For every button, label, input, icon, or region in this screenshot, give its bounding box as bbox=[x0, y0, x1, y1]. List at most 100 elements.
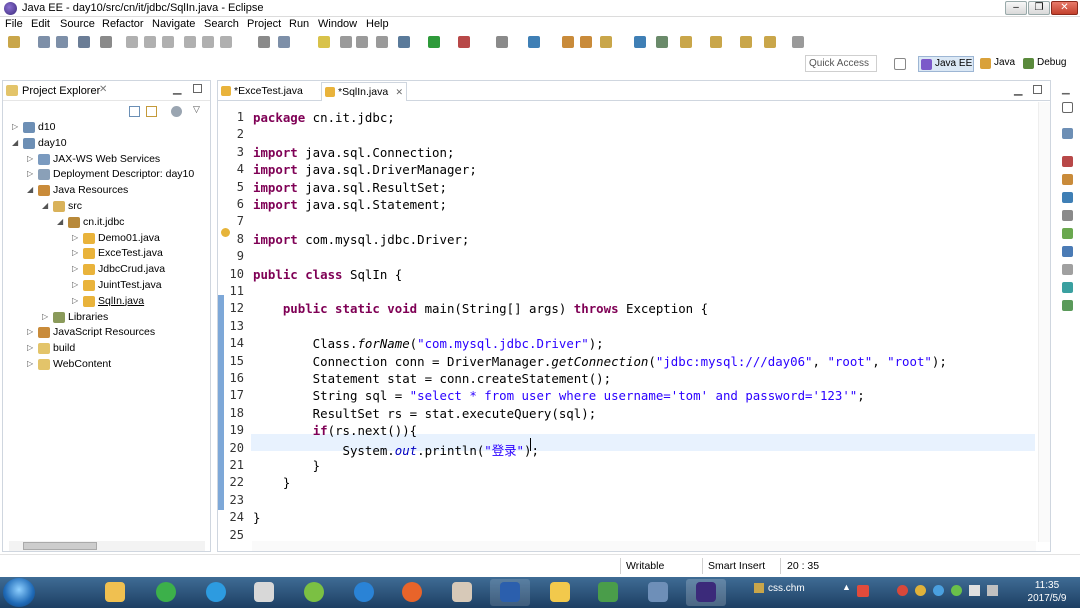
quick-access-field[interactable]: Quick Access bbox=[805, 55, 877, 72]
collapsed-arrow-icon[interactable]: ▷ bbox=[42, 309, 48, 325]
console-icon[interactable] bbox=[1062, 246, 1073, 257]
expanded-arrow-icon[interactable]: ◢ bbox=[27, 182, 33, 198]
code-line[interactable]: Statement stat = conn.createStatement(); bbox=[253, 371, 611, 386]
menu-project[interactable]: Project bbox=[247, 18, 281, 30]
new-server-icon[interactable] bbox=[528, 36, 540, 48]
collapsed-arrow-icon[interactable]: ▷ bbox=[72, 261, 78, 277]
minimize-editor-icon[interactable]: ▁ bbox=[1014, 83, 1022, 96]
perspective-debug[interactable]: Debug bbox=[1021, 56, 1071, 72]
warning-marker-icon[interactable] bbox=[221, 228, 230, 237]
code-line[interactable]: import java.sql.ResultSet; bbox=[253, 180, 447, 195]
clock[interactable]: 11:35 2017/5/9 bbox=[1018, 579, 1076, 605]
collapsed-arrow-icon[interactable]: ▷ bbox=[12, 119, 18, 135]
collapsed-arrow-icon[interactable]: ▷ bbox=[27, 166, 33, 182]
close-button[interactable]: ✕ bbox=[1051, 1, 1078, 15]
data-source-icon[interactable] bbox=[1062, 210, 1073, 221]
save-icon[interactable] bbox=[38, 36, 50, 48]
annotation-icon[interactable] bbox=[680, 36, 692, 48]
tray-file-label[interactable]: css.chm bbox=[768, 583, 805, 594]
code-line[interactable]: public class SqlIn { bbox=[253, 267, 402, 282]
taskbar-explorer[interactable] bbox=[95, 579, 135, 606]
search-icon[interactable] bbox=[600, 36, 612, 48]
tab-excetest[interactable]: *ExceTest.java bbox=[218, 82, 314, 101]
save-all-icon[interactable] bbox=[56, 36, 68, 48]
occurrences-icon[interactable] bbox=[318, 36, 330, 48]
coverage-icon[interactable] bbox=[496, 36, 508, 48]
maximize-trim-icon[interactable] bbox=[1062, 102, 1073, 113]
open-perspective-icon[interactable] bbox=[894, 58, 906, 70]
tray-app-icon[interactable] bbox=[951, 585, 962, 596]
next-annotation-icon[interactable] bbox=[710, 36, 722, 48]
collapsed-arrow-icon[interactable]: ▷ bbox=[27, 151, 33, 167]
show-whitespace-icon[interactable] bbox=[356, 36, 368, 48]
tasks-icon[interactable] bbox=[1062, 282, 1073, 293]
taskbar-eclipse[interactable] bbox=[686, 579, 726, 606]
close-tab-icon[interactable]: ✕ bbox=[395, 83, 403, 101]
menu-navigate[interactable]: Navigate bbox=[152, 18, 195, 30]
taskbar-app-avatar[interactable] bbox=[442, 579, 482, 606]
tray-app-icon[interactable] bbox=[897, 585, 908, 596]
collapsed-arrow-icon[interactable]: ▷ bbox=[72, 293, 78, 309]
collapsed-arrow-icon[interactable]: ▷ bbox=[27, 356, 33, 372]
step-return-icon[interactable] bbox=[220, 36, 232, 48]
perspective-java[interactable]: Java bbox=[978, 56, 1016, 72]
taskbar-app-green[interactable] bbox=[146, 579, 186, 606]
tray-app-icon[interactable] bbox=[933, 585, 944, 596]
collapsed-arrow-icon[interactable]: ▷ bbox=[72, 245, 78, 261]
terminate-icon[interactable] bbox=[162, 36, 174, 48]
taskbar-chart[interactable] bbox=[588, 579, 628, 606]
close-view-icon[interactable]: ✕ bbox=[99, 84, 107, 95]
maximize-button[interactable]: ❐ bbox=[1028, 1, 1050, 15]
code-line[interactable]: } bbox=[253, 475, 290, 490]
collapse-all-icon[interactable] bbox=[129, 106, 140, 117]
tray-expand-icon[interactable]: ▲ bbox=[842, 582, 851, 592]
maximize-view-icon[interactable] bbox=[193, 84, 202, 93]
open-task-icon[interactable] bbox=[580, 36, 592, 48]
expanded-arrow-icon[interactable]: ◢ bbox=[57, 214, 63, 230]
code-line[interactable]: } bbox=[253, 458, 320, 473]
step-over-icon[interactable] bbox=[202, 36, 214, 48]
collapsed-arrow-icon[interactable]: ▷ bbox=[72, 230, 78, 246]
toggle-icon[interactable] bbox=[340, 36, 352, 48]
resume-icon[interactable] bbox=[126, 36, 138, 48]
refresh-icon[interactable] bbox=[656, 36, 668, 48]
tab-sqlin[interactable]: *SqlIn.java ✕ bbox=[321, 82, 407, 101]
network-icon[interactable] bbox=[969, 585, 980, 596]
debug-icon[interactable] bbox=[398, 36, 410, 48]
suspend-icon[interactable] bbox=[144, 36, 156, 48]
external-tools-icon[interactable] bbox=[458, 36, 470, 48]
code-line[interactable]: Connection conn = DriverManager.getConne… bbox=[253, 354, 947, 369]
toggle-mark-icon[interactable] bbox=[258, 36, 270, 48]
menu-run[interactable]: Run bbox=[289, 18, 309, 30]
run-icon[interactable] bbox=[428, 36, 440, 48]
explorer-hscrollbar[interactable] bbox=[9, 541, 205, 551]
menu-source[interactable]: Source bbox=[60, 18, 95, 30]
volume-icon[interactable] bbox=[987, 585, 998, 596]
collapsed-arrow-icon[interactable]: ▷ bbox=[72, 277, 78, 293]
collapsed-arrow-icon[interactable]: ▷ bbox=[27, 324, 33, 340]
pilcrow-icon[interactable] bbox=[376, 36, 388, 48]
snippets-icon[interactable] bbox=[1062, 228, 1073, 239]
back-icon[interactable] bbox=[740, 36, 752, 48]
expanded-arrow-icon[interactable]: ◢ bbox=[12, 135, 18, 151]
expanded-arrow-icon[interactable]: ◢ bbox=[42, 198, 48, 214]
open-type-icon[interactable] bbox=[562, 36, 574, 48]
code-line[interactable]: System.out.println("登录"); bbox=[253, 441, 539, 459]
print-icon[interactable] bbox=[78, 36, 90, 48]
taskbar-firefox[interactable] bbox=[392, 579, 432, 606]
problems-icon[interactable] bbox=[1062, 156, 1073, 167]
code-line[interactable]: } bbox=[253, 510, 260, 525]
menu-edit[interactable]: Edit bbox=[31, 18, 50, 30]
code-line[interactable]: import java.sql.Connection; bbox=[253, 145, 454, 160]
menu-search[interactable]: Search bbox=[204, 18, 239, 30]
code-line[interactable]: import java.sql.DriverManager; bbox=[253, 162, 477, 177]
taskbar-wechat[interactable] bbox=[294, 579, 334, 606]
web-browser-icon[interactable] bbox=[634, 36, 646, 48]
taskbar-paint[interactable] bbox=[244, 579, 284, 606]
history-icon[interactable] bbox=[792, 36, 804, 48]
code-line[interactable]: Class.forName("com.mysql.jdbc.Driver"); bbox=[253, 336, 604, 351]
link-with-editor-icon[interactable] bbox=[146, 106, 157, 117]
code-line[interactable]: import com.mysql.jdbc.Driver; bbox=[253, 232, 469, 247]
progress-icon[interactable] bbox=[1062, 300, 1073, 311]
input-method-icon[interactable] bbox=[857, 585, 869, 597]
